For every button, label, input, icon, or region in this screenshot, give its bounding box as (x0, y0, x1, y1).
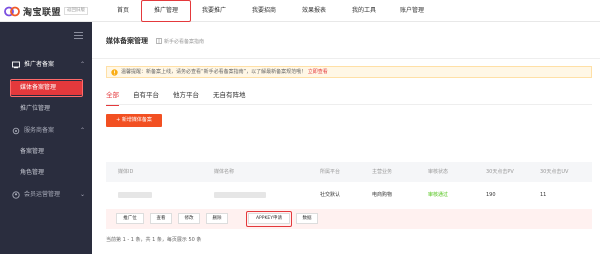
brand-logo-icon (4, 6, 20, 17)
appkey-highlight-box (246, 211, 292, 227)
user-icon (12, 191, 20, 199)
pagination-info: 当前第 1 - 1 条，共 1 条，每页展示 50 条 (106, 237, 202, 243)
sidebar-item-label: 推广位管理 (20, 105, 51, 112)
platform-cell: 社交默认 (320, 192, 341, 198)
tabs-divider (106, 104, 592, 105)
tab-own-platform[interactable]: 自有平台 (133, 88, 159, 104)
info-icon (111, 69, 118, 76)
notice-banner: 温馨提醒：新备案上线，请务必查看“新手必看备案指南”，以了解最新备案规范哦！ 立… (106, 66, 592, 78)
nav-highlight-box (141, 0, 191, 22)
sidebar-item-filing[interactable]: 备案管理 (0, 145, 92, 159)
brand-logo[interactable]: 淘宝联盟 返回旧版 (4, 4, 108, 18)
page-header: 媒体备案管理 新手必看备案指南 (106, 36, 204, 46)
guide-link-label: 新手必看备案指南 (164, 38, 205, 45)
status-badge: 审核通过 (428, 192, 449, 198)
column-header: 30天点击PV (486, 169, 514, 175)
gear-icon (12, 127, 20, 135)
column-header: 媒体ID (118, 169, 134, 175)
sidebar-group-promoter[interactable]: 推广者备案 ⌃ (0, 58, 92, 72)
nav-home[interactable]: 首页 (110, 0, 136, 22)
adzone-button[interactable]: 推广位 (116, 213, 144, 224)
sidebar-item-label: 备案管理 (20, 148, 45, 155)
flag-icon (12, 61, 20, 69)
view-button[interactable]: 查看 (150, 213, 172, 224)
uv-cell: 11 (540, 192, 547, 198)
column-header: 30天点击UV (540, 169, 569, 175)
media-name-redacted (214, 192, 266, 198)
column-header: 媒体名称 (214, 169, 235, 175)
sidebar-highlight-box (10, 79, 83, 97)
chevron-down-icon: ⌄ (80, 191, 86, 198)
notice-text: 温馨提醒：新备案上线，请务必查看“新手必看备案指南”，以了解最新备案规范哦！ (121, 69, 307, 75)
sidebar-item-adzone[interactable]: 推广位管理 (0, 102, 92, 116)
tab-all[interactable]: 全部 (106, 88, 119, 106)
book-icon (156, 38, 162, 44)
tab-third-party-platform[interactable]: 他方平台 (173, 88, 199, 104)
sidebar-group-label: 推广者备案 (24, 61, 55, 68)
sidebar: 推广者备案 ⌃ 媒体备案管理 推广位管理 服务商备案 ⌃ 备案管理 角色管理 会… (0, 22, 92, 254)
add-media-filing-button[interactable]: + 新增媒体备案 (106, 114, 162, 127)
chevron-up-icon: ⌃ (80, 127, 86, 134)
header-divider (92, 58, 600, 59)
nav-account[interactable]: 账户管理 (392, 0, 432, 22)
column-header: 主营业务 (372, 169, 393, 175)
column-header: 审核状态 (428, 169, 449, 175)
sidebar-item-label: 角色管理 (20, 169, 45, 176)
data-button[interactable]: 数据 (296, 213, 318, 224)
sidebar-group-label: 服务商备案 (24, 127, 55, 134)
nav-tools[interactable]: 我的工具 (344, 0, 384, 22)
notice-link[interactable]: 立即查看 (308, 69, 328, 75)
column-header: 所属平台 (320, 169, 341, 175)
sidebar-group-member-ops[interactable]: 会员运营管理 ⌄ (0, 188, 92, 202)
nav-merchants[interactable]: 我要招商 (244, 0, 284, 22)
nav-promote[interactable]: 我要推广 (194, 0, 234, 22)
old-version-link[interactable]: 返回旧版 (64, 7, 89, 15)
brand-name: 淘宝联盟 (23, 7, 62, 18)
guide-link[interactable]: 新手必看备案指南 (156, 38, 204, 45)
menu-collapse-icon[interactable] (74, 32, 83, 39)
sidebar-group-provider[interactable]: 服务商备案 ⌃ (0, 124, 92, 138)
tab-no-own-channel[interactable]: 无自有阵地 (213, 88, 246, 104)
media-id-redacted (118, 192, 152, 198)
row-actions: 推广位 查看 修改 删除 APPKEY申请 数据 (106, 209, 592, 229)
main-content: 媒体备案管理 新手必看备案指南 温馨提醒：新备案上线，请务必查看“新手必看备案指… (92, 22, 600, 254)
chevron-up-icon: ⌃ (80, 61, 86, 68)
table-header: 媒体ID 媒体名称 所属平台 主营业务 审核状态 30天点击PV 30天点击UV (106, 162, 592, 182)
table-row: 社交默认 电商购物 审核通过 190 11 (106, 185, 592, 205)
edit-button[interactable]: 修改 (178, 213, 200, 224)
nav-reports[interactable]: 效果报表 (294, 0, 334, 22)
delete-button[interactable]: 删除 (206, 213, 228, 224)
business-cell: 电商购物 (372, 192, 393, 198)
filter-tabs: 全部 自有平台 他方平台 无自有阵地 (106, 88, 260, 106)
top-bar: 淘宝联盟 返回旧版 首页 推广管理 我要推广 我要招商 效果报表 我的工具 账户… (0, 0, 600, 22)
pv-cell: 190 (486, 192, 496, 198)
sidebar-item-roles[interactable]: 角色管理 (0, 166, 92, 180)
sidebar-group-label: 会员运营管理 (24, 191, 61, 198)
page-title: 媒体备案管理 (106, 37, 148, 45)
